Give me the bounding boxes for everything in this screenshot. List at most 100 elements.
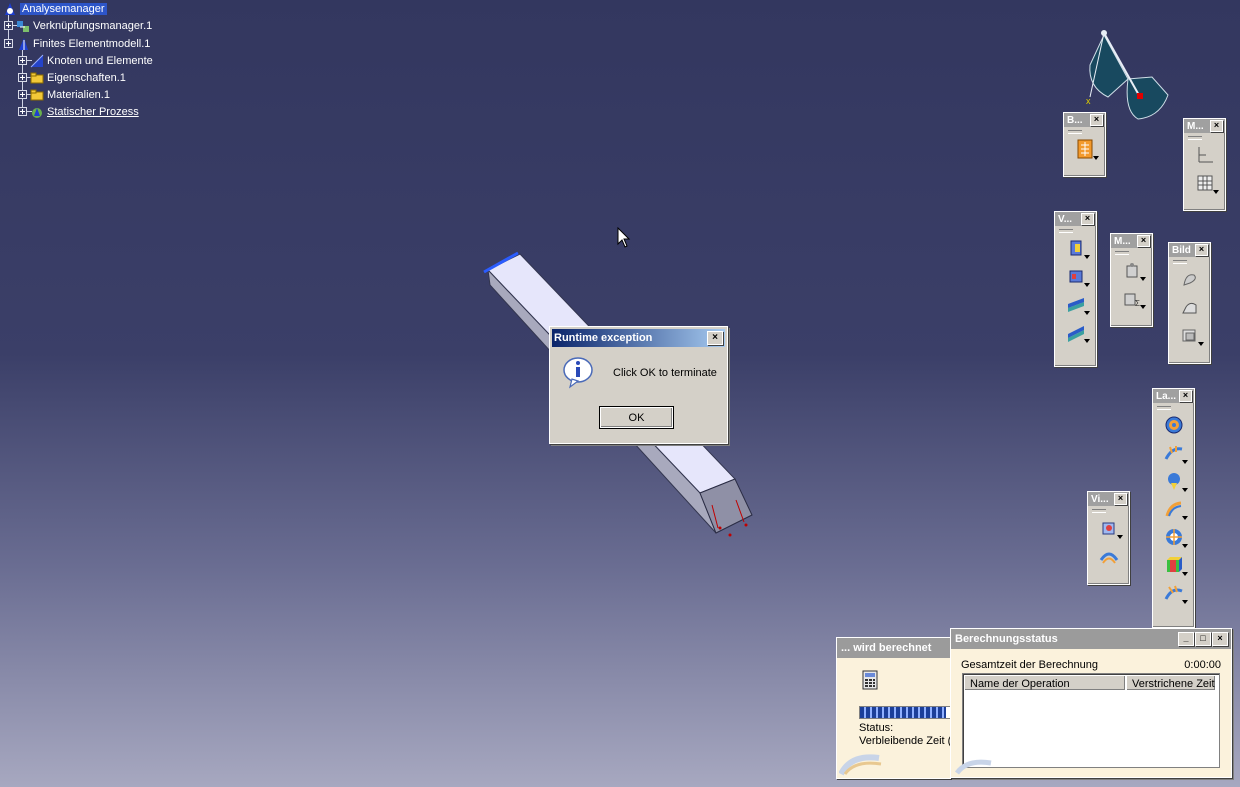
- toolbar-title: M...: [1187, 120, 1204, 132]
- line-force-icon: [1164, 585, 1183, 600]
- ok-button[interactable]: OK: [599, 406, 674, 429]
- distributed-force-button[interactable]: [1162, 440, 1188, 466]
- toolbar-title-bar: Vi... ×: [1088, 492, 1129, 506]
- analysis-manager-icon: [3, 2, 17, 16]
- grid-button[interactable]: [1193, 170, 1219, 196]
- maximize-icon[interactable]: □: [1195, 632, 1211, 646]
- toolbar-m1[interactable]: M... ×: [1183, 118, 1226, 211]
- toolbar-title: Vi...: [1091, 493, 1109, 505]
- close-icon[interactable]: ×: [1137, 235, 1150, 247]
- close-icon[interactable]: ×: [707, 331, 723, 345]
- column-header-elapsed[interactable]: Verstrichene Zeit: [1126, 675, 1216, 691]
- toolbar-v[interactable]: V... ×: [1054, 211, 1097, 367]
- bearing-load-button[interactable]: [1162, 496, 1188, 522]
- line-force-button[interactable]: [1162, 580, 1188, 606]
- restraint-button[interactable]: [1064, 263, 1090, 289]
- close-icon[interactable]: ×: [1179, 390, 1192, 402]
- tree-item-label: Statischer Prozess: [47, 106, 139, 118]
- toolbar-bild[interactable]: Bild ×: [1168, 242, 1211, 364]
- report-button[interactable]: [1073, 136, 1099, 162]
- expand-icon[interactable]: [18, 107, 27, 116]
- close-icon[interactable]: ×: [1212, 632, 1228, 646]
- status-window-title: Berechnungsstatus: [955, 633, 1058, 645]
- toolbar-m2[interactable]: M... × Σ: [1110, 233, 1153, 327]
- folder-icon: [30, 88, 44, 102]
- toolbar-grip[interactable]: [1173, 260, 1187, 264]
- expand-icon[interactable]: [18, 73, 27, 82]
- deformation-button[interactable]: [1178, 266, 1202, 292]
- toolbar-title: M...: [1114, 235, 1131, 247]
- volume-force-button[interactable]: [1162, 552, 1188, 578]
- mass-sum-icon: Σ: [1124, 293, 1140, 308]
- tree-item-analysis-manager[interactable]: Analysemanager: [3, 1, 107, 17]
- toolbar-title: V...: [1058, 213, 1073, 225]
- computing-window-title-bar[interactable]: ... wird berechnet: [837, 638, 955, 658]
- mass-icon: [1126, 263, 1137, 278]
- toolbar-vi[interactable]: Vi... ×: [1087, 491, 1130, 585]
- tree-item-static-process[interactable]: Statischer Prozess: [30, 104, 139, 120]
- rotation-force-button[interactable]: [1162, 524, 1188, 550]
- stress-button[interactable]: [1178, 322, 1204, 348]
- total-time-value: 0:00:00: [1184, 659, 1221, 671]
- moment-button[interactable]: [1162, 468, 1188, 494]
- expand-icon[interactable]: [4, 21, 13, 30]
- sliding-icon: [1067, 326, 1084, 342]
- expand-icon[interactable]: [18, 56, 27, 65]
- dialog-title-bar[interactable]: Runtime exception ×: [552, 329, 725, 347]
- clamp-button[interactable]: [1064, 235, 1090, 261]
- toolbar-grip[interactable]: [1115, 251, 1129, 255]
- mass-sum-button[interactable]: Σ: [1120, 285, 1146, 311]
- fem-model-icon: [16, 37, 30, 51]
- mass-button[interactable]: [1120, 257, 1146, 283]
- smooth-virtual-part-button[interactable]: [1097, 543, 1121, 569]
- status-window-title-bar[interactable]: Berechnungsstatus _ □ ×: [951, 629, 1231, 649]
- displacement-icon: [1181, 302, 1196, 314]
- close-icon[interactable]: ×: [1114, 493, 1127, 505]
- specification-tree: Analysemanager Verknüpfungsmanager.1 Fin…: [0, 0, 200, 125]
- sliding-button[interactable]: [1064, 319, 1090, 345]
- close-icon[interactable]: ×: [1195, 244, 1208, 256]
- axis-button[interactable]: [1193, 142, 1217, 168]
- mouse-cursor-icon: [617, 227, 631, 248]
- compass-widget[interactable]: x: [1080, 25, 1175, 125]
- tree-item-materials[interactable]: Materialien.1: [30, 87, 110, 103]
- computation-status-window: Berechnungsstatus _ □ × Gesamtzeit der B…: [950, 628, 1232, 778]
- toolbar-title-bar: La... ×: [1153, 389, 1194, 403]
- toolbar-grip[interactable]: [1188, 136, 1202, 140]
- grid-icon: [1197, 175, 1212, 191]
- tree-item-label: Materialien.1: [47, 89, 110, 101]
- close-icon[interactable]: ×: [1090, 114, 1103, 126]
- toolbar-grip[interactable]: [1092, 509, 1106, 513]
- toolbar-grip[interactable]: [1068, 130, 1082, 134]
- toolbar-grip[interactable]: [1059, 229, 1073, 233]
- runtime-exception-dialog: Runtime exception × Click OK to terminat…: [549, 326, 728, 444]
- expand-icon[interactable]: [4, 39, 13, 48]
- column-header-operation[interactable]: Name der Operation: [964, 675, 1126, 691]
- toolbar-la[interactable]: La... ×: [1152, 388, 1195, 628]
- close-icon[interactable]: ×: [1210, 120, 1223, 132]
- surface-slider-button[interactable]: [1064, 291, 1090, 317]
- 3d-viewport[interactable]: x Analysemanager Verknüpfungsmanager.1 F…: [0, 0, 1240, 787]
- moment-icon: [1167, 473, 1180, 490]
- toolbar-title: B...: [1067, 114, 1083, 126]
- progress-bar: [859, 706, 951, 719]
- tree-item-label: Eigenschaften.1: [47, 72, 126, 84]
- toolbar-b[interactable]: B... ×: [1063, 112, 1106, 177]
- logo-swirl-icon: [955, 759, 992, 775]
- virtual-part-icon: [1102, 522, 1114, 535]
- minimize-icon[interactable]: _: [1178, 632, 1194, 646]
- computing-window-title: ... wird berechnet: [841, 642, 932, 654]
- tree-item-links-manager[interactable]: Verknüpfungsmanager.1: [16, 18, 152, 34]
- pressure-button[interactable]: [1162, 412, 1186, 438]
- deformation-icon: [1182, 274, 1196, 286]
- displacement-button[interactable]: [1178, 294, 1202, 320]
- tree-item-fem-model[interactable]: Finites Elementmodell.1: [16, 36, 150, 52]
- smooth-virtual-part-icon: [1099, 552, 1118, 564]
- total-time-row: Gesamtzeit der Berechnung 0:00:00: [961, 659, 1221, 671]
- expand-icon[interactable]: [18, 90, 27, 99]
- virtual-part-button[interactable]: [1097, 515, 1123, 541]
- tree-item-properties[interactable]: Eigenschaften.1: [30, 70, 126, 86]
- toolbar-grip[interactable]: [1157, 406, 1171, 410]
- close-icon[interactable]: ×: [1081, 213, 1094, 225]
- tree-item-nodes-elements[interactable]: Knoten und Elemente: [30, 53, 153, 69]
